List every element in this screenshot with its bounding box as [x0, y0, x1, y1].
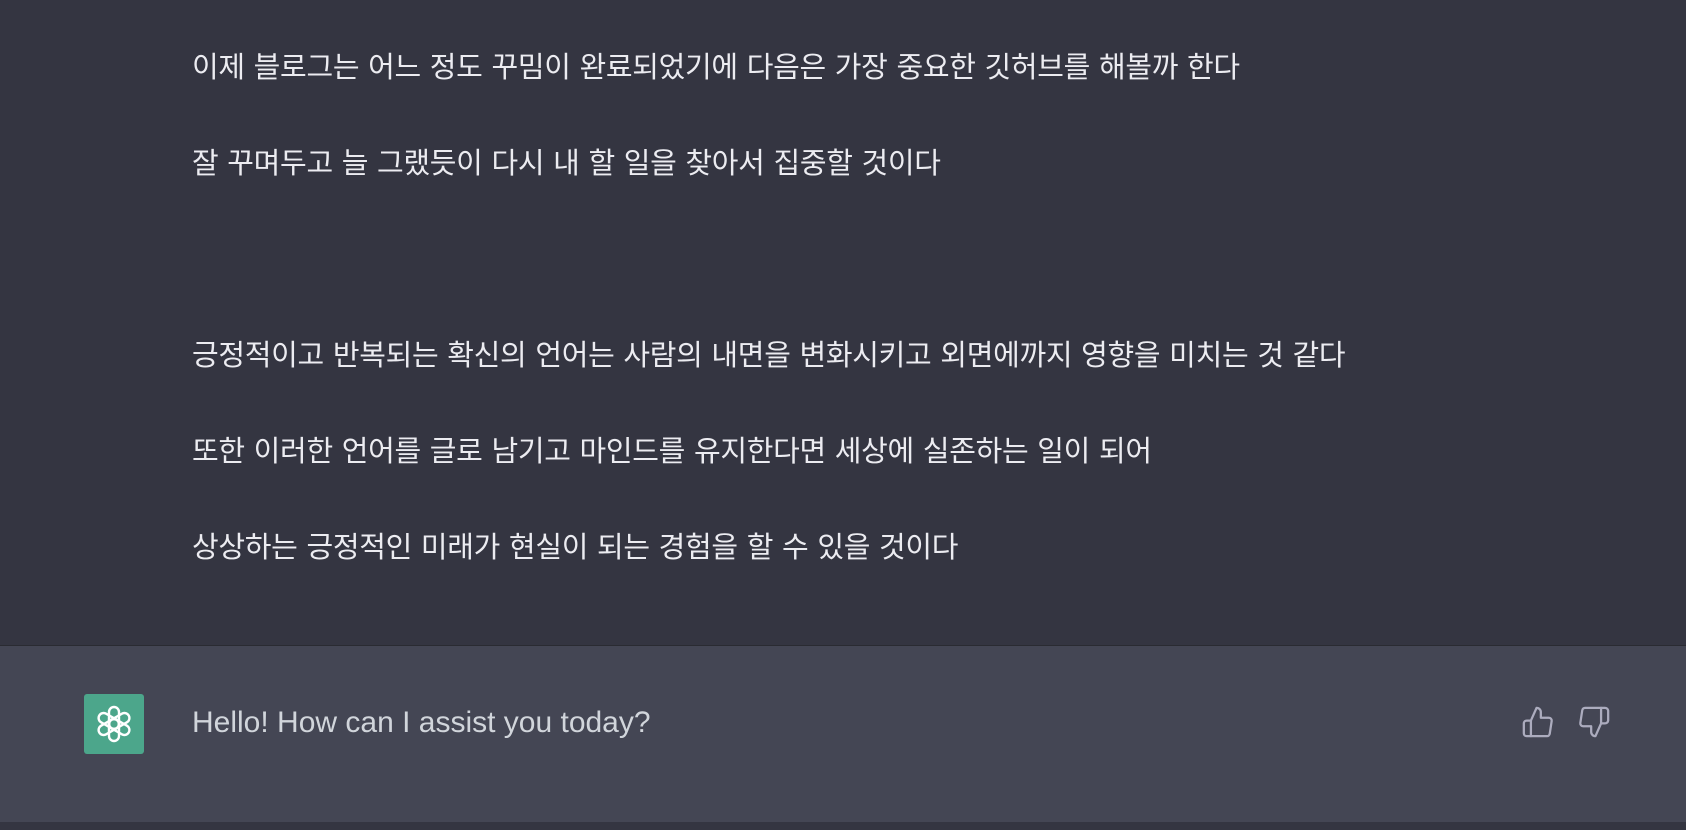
openai-logo-icon [97, 705, 131, 743]
assistant-avatar [84, 694, 144, 754]
chat-page: 이제 블로그는 어느 정도 꾸밈이 완료되었기에 다음은 가장 중요한 깃허브를… [0, 0, 1686, 830]
thumbs-down-icon [1579, 706, 1610, 738]
user-message-line: 긍정적이고 반복되는 확신의 언어는 사람의 내면을 변화시키고 외면에까지 영… [192, 338, 1346, 372]
thumbs-up-icon [1522, 706, 1553, 738]
assistant-message: Hello! How can I assist you today? [0, 646, 1686, 822]
user-message-line: 이제 블로그는 어느 정도 꾸밈이 완료되었기에 다음은 가장 중요한 깃허브를… [192, 50, 1240, 84]
user-message: 이제 블로그는 어느 정도 꾸밈이 완료되었기에 다음은 가장 중요한 깃허브를… [0, 0, 1686, 645]
bottom-edge [0, 822, 1686, 830]
assistant-message-text: Hello! How can I assist you today? [192, 706, 651, 739]
user-message-line: 잘 꾸며두고 늘 그랬듯이 다시 내 할 일을 찾아서 집중할 것이다 [192, 146, 941, 180]
user-message-line: 상상하는 긍정적인 미래가 현실이 되는 경험을 할 수 있을 것이다 [192, 530, 959, 564]
like-button[interactable] [1518, 702, 1558, 742]
dislike-button[interactable] [1574, 702, 1614, 742]
user-message-line: 또한 이러한 언어를 글로 남기고 마인드를 유지한다면 세상에 실존하는 일이… [192, 434, 1152, 468]
